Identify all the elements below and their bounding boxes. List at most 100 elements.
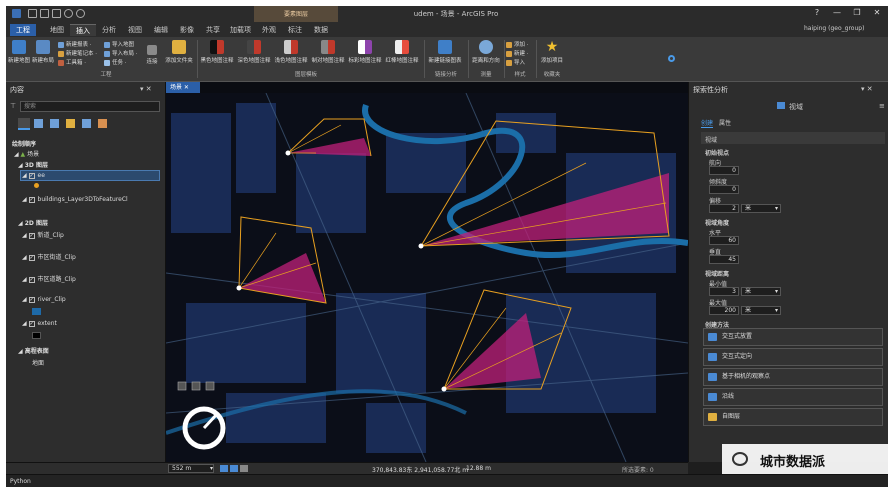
min-distance-input[interactable]: 3 [709,287,739,296]
minimize-button[interactable]: — [830,8,844,17]
tab-appearance[interactable]: 外观 [256,24,282,36]
template-contrast-button[interactable]: 制对地图注释 [310,40,346,64]
distance-direction-button[interactable]: 距离和方向 [470,40,502,64]
connect-button[interactable]: 连接 [142,45,162,65]
menu-icon[interactable]: ≡ [879,102,885,110]
tab-insert[interactable]: 插入 [70,24,96,36]
tab-properties[interactable]: 属性 [719,118,731,127]
new-link-chart-button[interactable]: 新建链接图表 [427,40,463,64]
zoom-icon[interactable] [191,381,201,391]
contents-search-input[interactable]: 搜索 [20,101,160,112]
new-icon[interactable] [28,9,37,18]
new-report-button[interactable]: 新建报表 · [58,40,92,48]
scene-item[interactable]: ◢ ▲ 场景 [14,149,39,158]
interactive-placement-button[interactable]: 交互式放置 [703,328,883,346]
python-tab[interactable]: Python [10,478,31,485]
camera-observer-button[interactable]: 基于相机的观察点 [703,368,883,386]
template-color-button[interactable]: 标彩地图注释 [347,40,383,64]
map-icon[interactable] [230,465,238,472]
template-dark-button[interactable]: 深色地图注释 [236,40,272,64]
offset-input[interactable]: 2 [709,204,739,213]
maximize-button[interactable]: ❐ [850,8,864,17]
layer-extent[interactable]: ◢ ✓ extent [22,320,57,327]
along-line-button[interactable]: 沿线 [703,388,883,406]
pane-pin-icon[interactable]: ▾ ✕ [861,85,873,93]
pane-pin-icon[interactable]: ▾ ✕ [140,85,152,93]
tab-view[interactable]: 视图 [122,24,148,36]
checkbox-checked-icon[interactable]: ✓ [28,276,35,283]
import-map-button[interactable]: 导入地图 [104,40,134,48]
style-add-button[interactable]: 添加 · [506,40,529,48]
max-unit-select[interactable]: 米 ▾ [741,306,781,315]
add-folder-button[interactable]: 添加文件夹 [164,40,194,64]
tilt-icon[interactable] [205,381,215,391]
layers-2d-heading[interactable]: ◢ 2D 图层 [18,218,48,227]
source-view-icon[interactable] [34,119,43,128]
tab-imagery[interactable]: 影像 [174,24,200,36]
offset-unit-select[interactable]: 米 ▾ [741,204,781,213]
layer-river[interactable]: ◢ ✓ river_Clip [22,296,66,303]
checkbox-checked-icon[interactable]: ✓ [28,172,35,179]
redo-icon[interactable] [76,9,85,18]
layer-ee[interactable]: ◢ ✓ ee [22,172,45,179]
style-new-button[interactable]: 新建 · [506,49,529,57]
checkbox-checked-icon[interactable]: ✓ [28,296,35,303]
tab-share[interactable]: 共享 [200,24,226,36]
tab-data[interactable]: 数据 [308,24,334,36]
tilt-input[interactable]: 0 [709,185,739,194]
toolbox-button[interactable]: 工具箱 · [58,58,86,66]
edit-view-icon[interactable] [66,119,75,128]
help-button[interactable]: ? [810,8,824,17]
labeling-view-icon[interactable] [98,119,107,128]
tab-analysis[interactable]: 分析 [96,24,122,36]
max-distance-input[interactable]: 200 [709,306,739,315]
draw-order-view-icon[interactable] [18,118,30,130]
undo-icon[interactable] [64,9,73,18]
full-extent-icon[interactable] [177,381,187,391]
horizontal-input[interactable]: 60 [709,236,739,245]
save-icon[interactable] [52,9,61,18]
selection-view-icon[interactable] [50,119,59,128]
layer-street[interactable]: ◢ ✓ 市区街道_Clip [22,252,76,261]
task-button[interactable]: 任务 · [104,58,127,66]
checkbox-checked-icon[interactable]: ✓ [28,232,35,239]
layer-new-road[interactable]: ◢ ✓ 新道_Clip [22,230,64,239]
tab-project[interactable]: 工程 [10,24,36,36]
elevation-heading[interactable]: ◢ 高程表面 [18,346,49,355]
checkbox-checked-icon[interactable]: ✓ [28,254,35,261]
style-import-button[interactable]: 导入 [506,58,525,66]
scene-canvas[interactable] [166,93,688,462]
tab-addins[interactable]: 加载项 [224,24,257,36]
heading-input[interactable]: 0 [709,166,739,175]
snapping-view-icon[interactable] [82,119,91,128]
scale-select[interactable]: 552 m ▾ [168,464,214,473]
scene-tab[interactable]: 场景 ✕ [166,82,200,93]
from-layer-button[interactable]: 自图层 [703,408,883,426]
layer-road[interactable]: ◢ ✓ 市区道路_Clip [22,274,76,283]
open-icon[interactable] [40,9,49,18]
layer-buildings[interactable]: ◢ ✓ buildings_Layer3DToFeatureCl [22,196,128,203]
tab-labeling[interactable]: 标注 [282,24,308,36]
checkbox-checked-icon[interactable]: ✓ [28,320,35,327]
vertical-input[interactable]: 45 [709,255,739,264]
new-map-button[interactable]: 新建地图 [8,40,30,64]
close-button[interactable]: ✕ [870,8,884,17]
checkbox-checked-icon[interactable]: ✓ [28,196,35,203]
add-favorite-button[interactable]: ★ 添加项目 [538,40,566,64]
user-account[interactable]: haiping (geo_group) [804,25,864,32]
template-black-button[interactable]: 黑色地图注释 [199,40,235,64]
ground-item[interactable]: 地面 [32,358,44,367]
tab-map[interactable]: 地图 [44,24,70,36]
pause-icon[interactable] [240,465,248,472]
tab-create[interactable]: 创建 [701,118,714,128]
new-layout-button[interactable]: 新建布局 [32,40,54,64]
scene-view[interactable]: 场景 ✕ [166,82,688,462]
template-light-button[interactable]: 浅色地图注释 [273,40,309,64]
grid-icon[interactable] [220,465,228,472]
tab-edit[interactable]: 编辑 [148,24,174,36]
template-red-button[interactable]: 红棒地图注释 [384,40,420,64]
import-layout-button[interactable]: 导入布局 · [104,49,138,57]
new-notebook-button[interactable]: 新建笔记本 · [58,49,97,57]
search-icon[interactable] [668,55,675,62]
interactive-direction-button[interactable]: 交互式定向 [703,348,883,366]
